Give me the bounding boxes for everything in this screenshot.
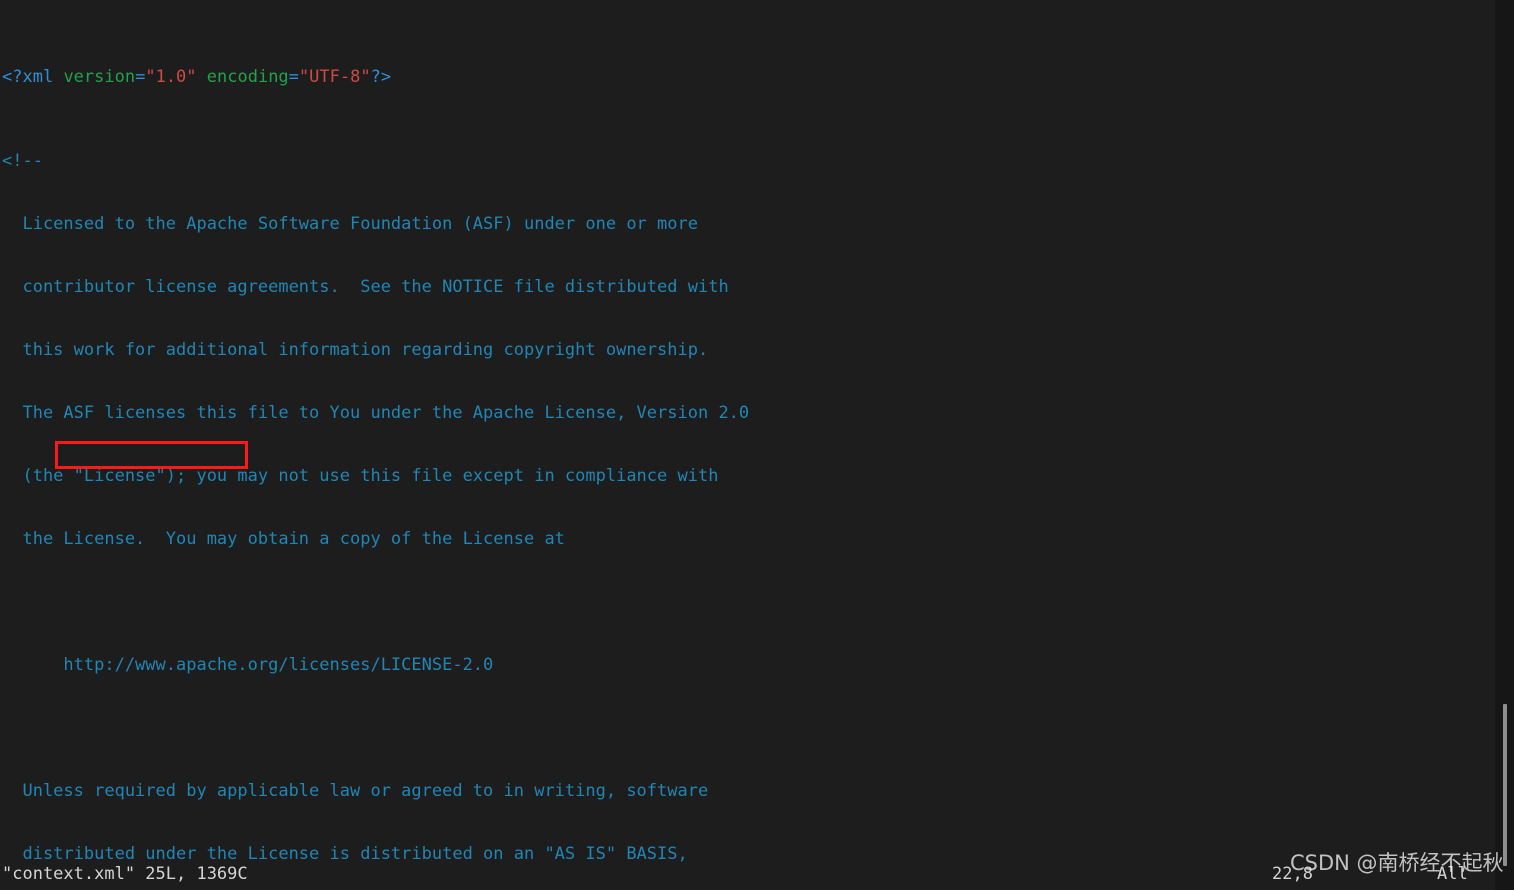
xml-decl-close: ?> (370, 67, 392, 87)
attr-version: version (63, 67, 136, 87)
code-line-7[interactable]: (the "License"); you may not use this fi… (0, 466, 1495, 487)
status-cursor-position: 22,8 (1272, 864, 1313, 884)
code-line-2[interactable]: <!-- (0, 151, 1495, 172)
code-line-9[interactable] (0, 592, 1495, 613)
terminal-vim-window[interactable]: <?xml version="1.0" encoding="UTF-8"?> <… (0, 0, 1514, 890)
code-line-10[interactable]: http://www.apache.org/licenses/LICENSE-2… (0, 655, 1495, 676)
code-line-8[interactable]: the License. You may obtain a copy of th… (0, 529, 1495, 550)
code-line-12[interactable]: Unless required by applicable law or agr… (0, 781, 1495, 802)
vim-status-line: "context.xml" 25L, 1369C 22,8 All (0, 864, 1514, 888)
xml-decl-open: <?xml (2, 67, 54, 87)
code-line-4[interactable]: contributor license agreements. See the … (0, 277, 1495, 298)
value-version: "1.0" (145, 67, 197, 87)
status-filename: "context.xml" 25L, 1369C (2, 864, 248, 884)
code-line-1[interactable]: <?xml version="1.0" encoding="UTF-8"?> (0, 67, 1495, 88)
code-line-11[interactable] (0, 718, 1495, 739)
value-encoding: "UTF-8" (298, 67, 371, 87)
attr-encoding: encoding (206, 67, 289, 87)
code-line-5[interactable]: this work for additional information reg… (0, 340, 1495, 361)
vertical-scrollbar-thumb[interactable] (1503, 704, 1507, 866)
status-scroll-indicator: All (1437, 864, 1468, 884)
code-line-6[interactable]: The ASF licenses this file to You under … (0, 403, 1495, 424)
code-line-3[interactable]: Licensed to the Apache Software Foundati… (0, 214, 1495, 235)
code-line-13[interactable]: distributed under the License is distrib… (0, 844, 1495, 865)
editor-buffer[interactable]: <?xml version="1.0" encoding="UTF-8"?> <… (0, 4, 1495, 864)
